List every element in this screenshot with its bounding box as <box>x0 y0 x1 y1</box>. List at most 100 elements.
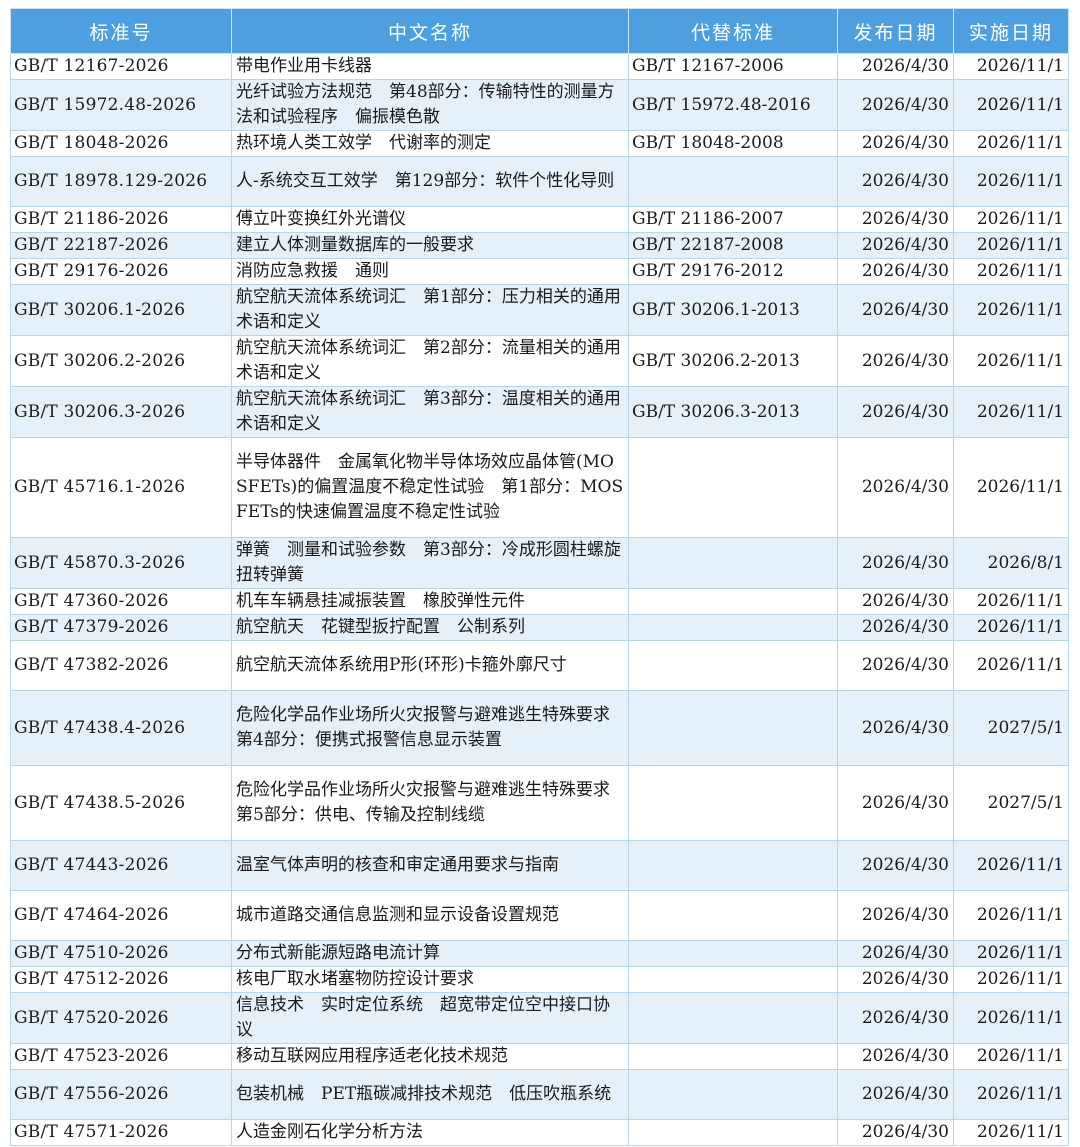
cell-chinese-name[interactable]: 傅立叶变换红外光谱仪 <box>231 206 629 233</box>
cell-effective-date[interactable]: 2027/5/1 <box>953 690 1069 766</box>
cell-effective-date[interactable]: 2026/11/1 <box>953 258 1069 285</box>
cell-standard-number[interactable]: GB/T 22187-2026 <box>10 232 232 259</box>
cell-effective-date[interactable]: 2026/8/1 <box>953 537 1069 589</box>
cell-effective-date[interactable]: 2026/11/1 <box>953 206 1069 233</box>
cell-publish-date[interactable]: 2026/4/30 <box>837 258 954 285</box>
table-row[interactable]: GB/T 47438.4-2026 危险化学品作业场所火灾报警与避难逃生特殊要求 … <box>10 690 1069 766</box>
cell-standard-number[interactable]: GB/T 30206.3-2026 <box>10 386 232 438</box>
cell-effective-date[interactable]: 2026/11/1 <box>953 53 1069 80</box>
cell-standard-number[interactable]: GB/T 47571-2026 <box>10 1119 232 1146</box>
cell-effective-date[interactable]: 2026/11/1 <box>953 992 1069 1044</box>
cell-chinese-name[interactable]: 建立人体测量数据库的一般要求 <box>231 232 629 259</box>
cell-standard-number[interactable]: GB/T 47520-2026 <box>10 992 232 1044</box>
cell-chinese-name[interactable]: 机车车辆悬挂减振装置 橡胶弹性元件 <box>231 588 629 615</box>
cell-effective-date[interactable]: 2026/11/1 <box>953 386 1069 438</box>
cell-replaced-standard[interactable] <box>628 940 838 967</box>
cell-standard-number[interactable]: GB/T 30206.1-2026 <box>10 284 232 336</box>
cell-standard-number[interactable]: GB/T 47464-2026 <box>10 890 232 941</box>
cell-standard-number[interactable]: GB/T 45716.1-2026 <box>10 437 232 538</box>
cell-chinese-name[interactable]: 消防应急救援 通则 <box>231 258 629 285</box>
cell-publish-date[interactable]: 2026/4/30 <box>837 992 954 1044</box>
cell-chinese-name[interactable]: 移动互联网应用程序适老化技术规范 <box>231 1043 629 1070</box>
cell-replaced-standard[interactable]: GB/T 30206.3-2013 <box>628 386 838 438</box>
cell-replaced-standard[interactable] <box>628 992 838 1044</box>
table-row[interactable]: GB/T 47443-2026 温室气体声明的核查和审定通用要求与指南 2026/4… <box>10 840 1069 891</box>
cell-publish-date[interactable]: 2026/4/30 <box>837 1043 954 1070</box>
cell-effective-date[interactable]: 2026/11/1 <box>953 890 1069 941</box>
cell-chinese-name[interactable]: 人造金刚石化学分析方法 <box>231 1119 629 1146</box>
cell-publish-date[interactable]: 2026/4/30 <box>837 966 954 993</box>
cell-chinese-name[interactable]: 人-系统交互工效学 第129部分：软件个性化导则 <box>231 156 629 207</box>
cell-effective-date[interactable]: 2026/11/1 <box>953 614 1069 641</box>
cell-chinese-name[interactable]: 分布式新能源短路电流计算 <box>231 940 629 967</box>
cell-effective-date[interactable]: 2026/11/1 <box>953 156 1069 207</box>
table-row[interactable]: GB/T 47523-2026 移动互联网应用程序适老化技术规范 2026/4/30… <box>10 1043 1069 1070</box>
cell-publish-date[interactable]: 2026/4/30 <box>837 940 954 967</box>
cell-chinese-name[interactable]: 带电作业用卡线器 <box>231 53 629 80</box>
header-replaced-standard[interactable]: 代替标准 <box>628 8 838 54</box>
cell-publish-date[interactable]: 2026/4/30 <box>837 640 954 691</box>
table-row[interactable]: GB/T 18978.129-2026 人-系统交互工效学 第129部分：软件个性… <box>10 156 1069 207</box>
cell-replaced-standard[interactable] <box>628 537 838 589</box>
table-row[interactable]: GB/T 29176-2026 消防应急救援 通则 GB/T 29176-2012 2… <box>10 258 1069 285</box>
table-row[interactable]: GB/T 22187-2026 建立人体测量数据库的一般要求 GB/T 22187-… <box>10 232 1069 259</box>
cell-publish-date[interactable]: 2026/4/30 <box>837 1119 954 1146</box>
cell-replaced-standard[interactable] <box>628 614 838 641</box>
cell-chinese-name[interactable]: 航空航天流体系统词汇 第3部分：温度相关的通用术语和定义 <box>231 386 629 438</box>
cell-publish-date[interactable]: 2026/4/30 <box>837 156 954 207</box>
cell-chinese-name[interactable]: 信息技术 实时定位系统 超宽带定位空中接口协议 <box>231 992 629 1044</box>
cell-effective-date[interactable]: 2026/11/1 <box>953 232 1069 259</box>
table-row[interactable]: GB/T 47438.5-2026 危险化学品作业场所火灾报警与避难逃生特殊要求 … <box>10 765 1069 841</box>
cell-standard-number[interactable]: GB/T 47556-2026 <box>10 1069 232 1120</box>
cell-replaced-standard[interactable] <box>628 1069 838 1120</box>
cell-effective-date[interactable]: 2026/11/1 <box>953 1119 1069 1146</box>
cell-replaced-standard[interactable]: GB/T 18048-2008 <box>628 130 838 157</box>
table-row[interactable]: GB/T 12167-2026 带电作业用卡线器 GB/T 12167-2006 20… <box>10 53 1069 80</box>
cell-standard-number[interactable]: GB/T 15972.48-2026 <box>10 79 232 131</box>
cell-effective-date[interactable]: 2026/11/1 <box>953 940 1069 967</box>
table-row[interactable]: GB/T 30206.1-2026 航空航天流体系统词汇 第1部分：压力相关的通用… <box>10 284 1069 336</box>
cell-standard-number[interactable]: GB/T 47512-2026 <box>10 966 232 993</box>
table-row[interactable]: GB/T 47360-2026 机车车辆悬挂减振装置 橡胶弹性元件 2026/4/3… <box>10 588 1069 615</box>
cell-chinese-name[interactable]: 航空航天 花键型扳拧配置 公制系列 <box>231 614 629 641</box>
cell-chinese-name[interactable]: 核电厂取水堵塞物防控设计要求 <box>231 966 629 993</box>
cell-replaced-standard[interactable] <box>628 437 838 538</box>
table-row[interactable]: GB/T 30206.3-2026 航空航天流体系统词汇 第3部分：温度相关的通用… <box>10 386 1069 438</box>
cell-publish-date[interactable]: 2026/4/30 <box>837 537 954 589</box>
cell-publish-date[interactable]: 2026/4/30 <box>837 335 954 387</box>
cell-effective-date[interactable]: 2026/11/1 <box>953 588 1069 615</box>
cell-publish-date[interactable]: 2026/4/30 <box>837 765 954 841</box>
cell-effective-date[interactable]: 2026/11/1 <box>953 966 1069 993</box>
cell-publish-date[interactable]: 2026/4/30 <box>837 284 954 336</box>
cell-replaced-standard[interactable]: GB/T 30206.2-2013 <box>628 335 838 387</box>
cell-chinese-name[interactable]: 光纤试验方法规范 第48部分：传输特性的测量方法和试验程序 偏振模色散 <box>231 79 629 131</box>
cell-replaced-standard[interactable] <box>628 890 838 941</box>
cell-standard-number[interactable]: GB/T 47438.5-2026 <box>10 765 232 841</box>
cell-effective-date[interactable]: 2026/11/1 <box>953 335 1069 387</box>
cell-publish-date[interactable]: 2026/4/30 <box>837 588 954 615</box>
cell-publish-date[interactable]: 2026/4/30 <box>837 130 954 157</box>
table-row[interactable]: GB/T 47520-2026 信息技术 实时定位系统 超宽带定位空中接口协议 20… <box>10 992 1069 1044</box>
cell-standard-number[interactable]: GB/T 47438.4-2026 <box>10 690 232 766</box>
cell-chinese-name[interactable]: 危险化学品作业场所火灾报警与避难逃生特殊要求 第5部分：供电、传输及控制线缆 <box>231 765 629 841</box>
cell-standard-number[interactable]: GB/T 18978.129-2026 <box>10 156 232 207</box>
cell-publish-date[interactable]: 2026/4/30 <box>837 690 954 766</box>
cell-publish-date[interactable]: 2026/4/30 <box>837 840 954 891</box>
table-row[interactable]: GB/T 47510-2026 分布式新能源短路电流计算 2026/4/30 2026… <box>10 940 1069 967</box>
cell-replaced-standard[interactable] <box>628 156 838 207</box>
cell-replaced-standard[interactable] <box>628 588 838 615</box>
cell-chinese-name[interactable]: 半导体器件 金属氧化物半导体场效应晶体管(MOSFETs)的偏置温度不稳定性试验… <box>231 437 629 538</box>
cell-replaced-standard[interactable]: GB/T 22187-2008 <box>628 232 838 259</box>
cell-chinese-name[interactable]: 弹簧 测量和试验参数 第3部分：冷成形圆柱螺旋扭转弹簧 <box>231 537 629 589</box>
cell-replaced-standard[interactable] <box>628 840 838 891</box>
cell-effective-date[interactable]: 2026/11/1 <box>953 1069 1069 1120</box>
table-row[interactable]: GB/T 15972.48-2026 光纤试验方法规范 第48部分：传输特性的测量… <box>10 79 1069 131</box>
cell-standard-number[interactable]: GB/T 45870.3-2026 <box>10 537 232 589</box>
cell-publish-date[interactable]: 2026/4/30 <box>837 437 954 538</box>
cell-chinese-name[interactable]: 航空航天流体系统用P形(环形)卡箍外廓尺寸 <box>231 640 629 691</box>
cell-replaced-standard[interactable]: GB/T 29176-2012 <box>628 258 838 285</box>
table-row[interactable]: GB/T 47379-2026 航空航天 花键型扳拧配置 公制系列 2026/4/3… <box>10 614 1069 641</box>
header-publish-date[interactable]: 发布日期 <box>837 8 954 54</box>
table-row[interactable]: GB/T 18048-2026 热环境人类工效学 代谢率的测定 GB/T 18048… <box>10 130 1069 157</box>
cell-replaced-standard[interactable]: GB/T 21186-2007 <box>628 206 838 233</box>
